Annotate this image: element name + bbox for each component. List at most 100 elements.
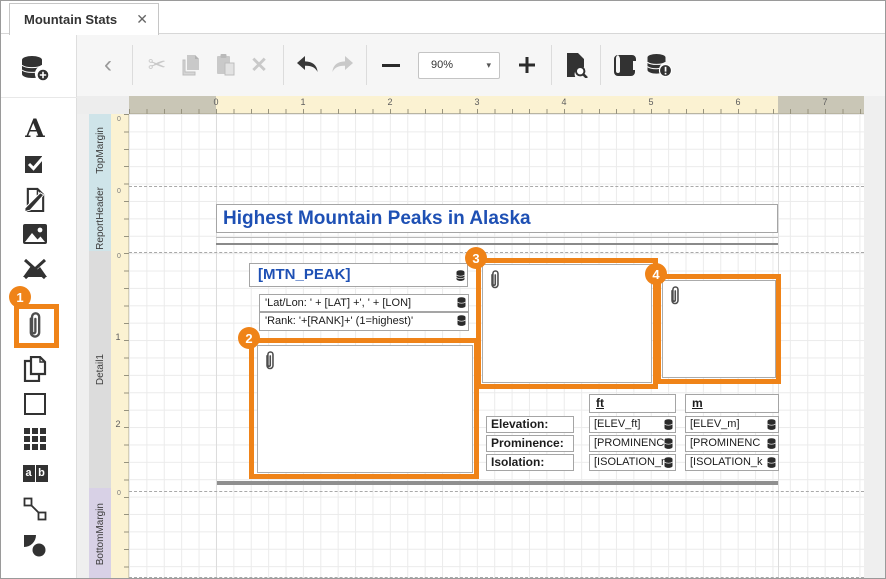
rich-text-tool-button[interactable] [16, 181, 54, 217]
value-isolation-km[interactable]: [ISOLATION_k [685, 454, 779, 471]
picture-tool-button[interactable] [16, 216, 54, 252]
barcode-tool-button[interactable]: a b [16, 455, 54, 491]
cut-button[interactable]: ✂ [140, 45, 174, 85]
zoom-level-select[interactable]: 90% ▾ [418, 52, 500, 79]
toolbar-divider [283, 45, 284, 85]
shape-tool-button[interactable] [16, 528, 54, 564]
undo-icon [295, 54, 321, 76]
copy-button[interactable] [174, 45, 208, 85]
add-data-source-button[interactable] [16, 50, 54, 86]
row-label-isolation[interactable]: Isolation: [486, 454, 574, 471]
unit-header-ft[interactable]: ft [589, 394, 676, 413]
rectangle-tool-button[interactable] [16, 386, 54, 422]
rich-text-icon [24, 187, 47, 212]
row-label-prominence[interactable]: Prominence: [486, 435, 574, 452]
tab-title: Mountain Stats [24, 12, 117, 27]
pages-icon [23, 356, 47, 382]
peak-field-textbox[interactable]: [MTN_PEAK] [249, 263, 468, 287]
clone-tool-button[interactable] [16, 351, 54, 387]
unit-header-m[interactable]: m [685, 394, 779, 413]
text-tool-button[interactable]: A [16, 110, 54, 146]
undo-button[interactable] [291, 45, 325, 85]
ruler-number: 6 [735, 97, 740, 107]
data-field-icon [457, 297, 466, 312]
ruler-number: 0 [117, 188, 127, 195]
zoom-in-button[interactable] [510, 45, 544, 85]
data-field-icon [457, 315, 466, 331]
preview-button[interactable] [559, 45, 593, 85]
tab-mountain-stats[interactable]: Mountain Stats ✕ [9, 3, 159, 35]
latlon-expression-text: 'Lat/Lon: ' + [LAT] +', ' + [LON] [265, 297, 411, 309]
row-label-elevation[interactable]: Elevation: [486, 416, 574, 433]
ruler-number: 0 [117, 116, 127, 123]
delete-button[interactable]: ✕ [242, 45, 276, 85]
ruler-number: 7 [822, 97, 827, 107]
rank-expression-textbox[interactable]: 'Rank: '+[RANK]+' (1=highest)' [259, 312, 469, 331]
header-line-thin[interactable] [216, 237, 778, 238]
tab-bar: Mountain Stats ✕ [1, 1, 885, 34]
detail-band-bottom-line[interactable] [217, 481, 778, 485]
ruler-number: 0 [213, 97, 218, 107]
data-field-icon [664, 419, 673, 433]
script-button[interactable] [608, 45, 642, 85]
shape-icon [23, 534, 47, 558]
tab-close-icon[interactable]: ✕ [136, 11, 148, 28]
band-boundary[interactable] [129, 186, 864, 187]
header-line-thick[interactable] [216, 243, 778, 245]
data-source-warning-button[interactable] [642, 45, 676, 85]
ruler-number: 1 [300, 97, 305, 107]
margin-guide [216, 114, 217, 579]
database-add-icon [20, 54, 50, 82]
paste-icon [214, 53, 236, 77]
redo-icon [329, 54, 355, 76]
back-button[interactable]: ‹ [91, 45, 125, 85]
ruler-number: 3 [474, 97, 479, 107]
text-icon: A [25, 116, 44, 141]
latlon-expression-textbox[interactable]: 'Lat/Lon: ' + [LAT] +', ' + [LON] [259, 294, 469, 312]
ruler-number: 2 [113, 419, 123, 429]
callout-box-3 [476, 258, 658, 389]
value-prominence-m[interactable]: [PROMINENC [685, 435, 779, 452]
band-boundary[interactable] [129, 491, 864, 492]
ab-icon-a: a [23, 465, 35, 482]
toolbar-divider [132, 45, 133, 85]
zoom-out-button[interactable] [374, 45, 408, 85]
callout-badge-3: 3 [465, 247, 487, 269]
checkbox-icon [23, 151, 47, 175]
grid-icon [24, 428, 46, 450]
value-elev-ft[interactable]: [ELEV_ft] [589, 416, 676, 433]
data-field-icon [456, 266, 465, 287]
minus-icon [382, 64, 400, 67]
band-boundary[interactable] [129, 577, 864, 578]
band-label-bottom-margin[interactable]: BottomMargin [89, 488, 111, 579]
picture-crossed-icon [22, 258, 48, 280]
attachment-tool-highlight [14, 304, 59, 348]
value-isolation-mi[interactable]: [ISOLATION_m [589, 454, 676, 471]
value-elev-m[interactable]: [ELEV_m] [685, 416, 779, 433]
band-label-detail[interactable]: Detail1 [89, 251, 111, 488]
table-tool-button[interactable] [16, 421, 54, 457]
rank-expression-text: 'Rank: '+[RANK]+' (1=highest)' [265, 315, 413, 327]
band-label-report-header[interactable]: ReportHeader [89, 186, 111, 251]
ruler-number: 0 [117, 253, 127, 260]
paste-button[interactable] [208, 45, 242, 85]
checkbox-tool-button[interactable] [16, 145, 54, 181]
band-boundary[interactable] [129, 252, 864, 253]
picture-placeholder-tool-button[interactable] [16, 251, 54, 287]
plus-icon [516, 54, 538, 76]
page-magnifier-icon [564, 52, 588, 78]
data-field-icon [767, 457, 776, 471]
redo-button[interactable] [325, 45, 359, 85]
data-field-icon [767, 438, 776, 452]
value-prominence-ft[interactable]: [PROMINENCE [589, 435, 676, 452]
report-title-textbox[interactable]: Highest Mountain Peaks in Alaska [216, 204, 778, 233]
report-designer-window: Mountain Stats ✕ A 1 [0, 0, 886, 579]
ruler-number: 1 [113, 332, 123, 342]
ruler-number: 2 [387, 97, 392, 107]
line-tool-button[interactable] [16, 491, 54, 527]
callout-badge-1: 1 [9, 286, 31, 308]
band-label-top-margin[interactable]: TopMargin [89, 114, 111, 186]
ruler-number: 5 [648, 97, 653, 107]
database-warning-icon [646, 53, 672, 77]
data-field-icon [767, 419, 776, 433]
